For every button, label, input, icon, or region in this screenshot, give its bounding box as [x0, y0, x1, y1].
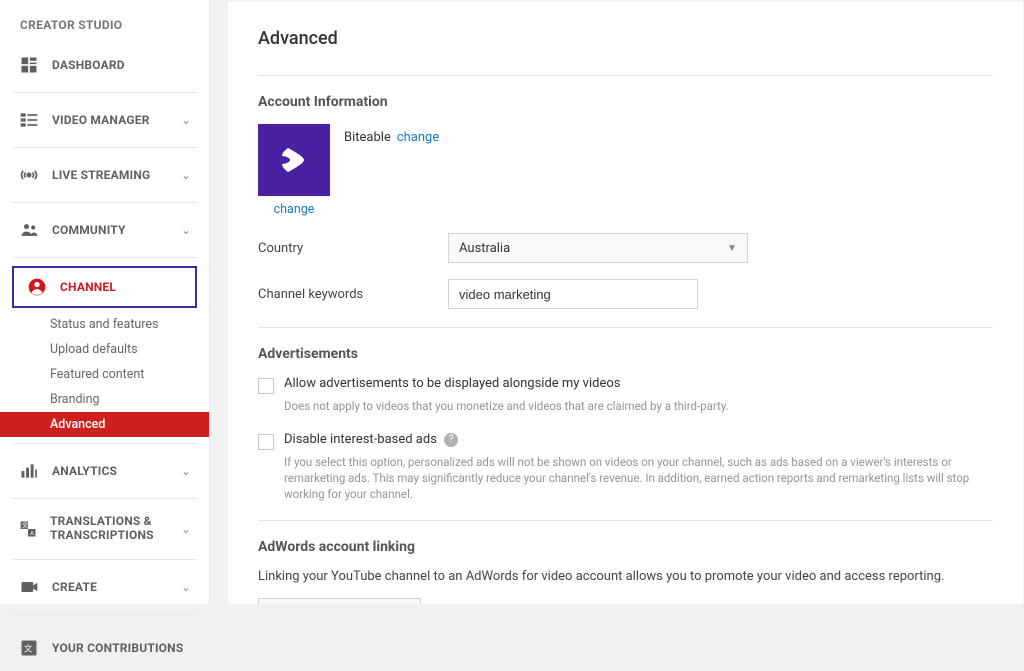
subitem-branding[interactable]: Branding — [0, 387, 209, 412]
chevron-down-icon: ⌄ — [181, 522, 191, 536]
allow-ads-subtext: Does not apply to videos that you moneti… — [284, 398, 993, 414]
dashboard-icon — [18, 54, 40, 76]
create-icon — [18, 576, 40, 598]
change-name-link[interactable]: change — [397, 130, 439, 145]
adwords-desc: Linking your YouTube channel to an AdWor… — [258, 569, 993, 584]
channel-avatar — [258, 124, 330, 196]
help-icon[interactable]: ? — [444, 433, 458, 447]
sidebar-item-your-contributions[interactable]: 文 YOUR CONTRIBUTIONS — [0, 619, 209, 671]
link-adwords-button[interactable]: Link an AdWords account — [258, 598, 421, 604]
chevron-down-icon: ⌄ — [181, 113, 191, 127]
sidebar-item-community[interactable]: COMMUNITY ⌄ — [0, 207, 209, 253]
contributions-icon: 文 — [18, 637, 40, 659]
section-ads-heading: Advertisements — [258, 346, 993, 362]
sidebar: CREATOR STUDIO DASHBOARD VIDEO MANAGER ⌄… — [0, 0, 210, 604]
sidebar-item-label: LIVE STREAMING — [52, 168, 150, 182]
sidebar-title: CREATOR STUDIO — [0, 18, 209, 42]
sidebar-item-label: ANALYTICS — [52, 464, 117, 478]
sidebar-item-label: TRANSLATIONS & TRANSCRIPTIONS — [50, 515, 181, 543]
disable-interest-ads-label-text: Disable interest-based ads — [284, 432, 437, 447]
sidebar-item-create[interactable]: CREATE ⌄ — [0, 564, 209, 610]
chevron-down-icon: ⌄ — [181, 223, 191, 237]
svg-text:文: 文 — [24, 643, 33, 654]
divider — [258, 327, 993, 328]
disable-interest-ads-label: Disable interest-based ads ? — [284, 432, 458, 447]
section-account-heading: Account Information — [258, 94, 993, 110]
divider — [12, 614, 197, 615]
account-row: change Biteable change — [258, 124, 993, 217]
allow-ads-label: Allow advertisements to be displayed alo… — [284, 376, 621, 391]
sidebar-item-live-streaming[interactable]: LIVE STREAMING ⌄ — [0, 152, 209, 198]
sidebar-item-label: COMMUNITY — [52, 223, 126, 237]
divider — [12, 92, 197, 93]
sidebar-item-label: VIDEO MANAGER — [52, 113, 150, 127]
channel-icon — [26, 276, 48, 298]
country-select[interactable]: Australia ▼ — [448, 233, 748, 263]
translate-icon: 文A — [18, 518, 38, 540]
subitem-status-and-features[interactable]: Status and features — [0, 312, 209, 337]
brand-name: Biteable — [344, 130, 391, 145]
divider — [12, 559, 197, 560]
chevron-down-icon: ⌄ — [181, 580, 191, 594]
avatar-block: change — [258, 124, 330, 217]
svg-text:A: A — [30, 531, 34, 537]
divider — [12, 498, 197, 499]
channel-keywords-input[interactable] — [448, 279, 698, 309]
sidebar-item-label: CHANNEL — [60, 280, 116, 294]
divider — [258, 75, 993, 76]
live-icon — [18, 164, 40, 186]
chevron-down-icon: ⌄ — [181, 464, 191, 478]
country-label: Country — [258, 241, 448, 256]
divider — [12, 443, 197, 444]
keywords-label: Channel keywords — [258, 287, 448, 302]
section-adwords-heading: AdWords account linking — [258, 539, 993, 555]
sidebar-item-dashboard[interactable]: DASHBOARD — [0, 42, 209, 88]
svg-text:文: 文 — [22, 521, 28, 529]
divider — [12, 202, 197, 203]
page-title: Advanced — [258, 28, 993, 49]
caret-down-icon: ▼ — [727, 243, 737, 254]
disable-interest-ads-checkbox[interactable] — [258, 434, 274, 450]
sidebar-item-label: CREATE — [52, 580, 97, 594]
divider — [12, 257, 197, 258]
country-value: Australia — [459, 241, 510, 256]
subitem-upload-defaults[interactable]: Upload defaults — [0, 337, 209, 362]
sidebar-item-label: YOUR CONTRIBUTIONS — [52, 641, 183, 655]
subitem-advanced[interactable]: Advanced — [0, 412, 209, 437]
sidebar-item-label: DASHBOARD — [52, 58, 125, 72]
main-content: Advanced Account Information change Bite… — [228, 2, 1023, 604]
video-manager-icon — [18, 109, 40, 131]
analytics-icon — [18, 460, 40, 482]
chevron-down-icon: ⌄ — [181, 168, 191, 182]
disable-interest-ads-subtext: If you select this option, personalized … — [284, 454, 993, 502]
brand-line: Biteable change — [344, 124, 439, 145]
subitem-featured-content[interactable]: Featured content — [0, 362, 209, 387]
community-icon — [18, 219, 40, 241]
divider — [258, 520, 993, 521]
sidebar-item-channel[interactable]: CHANNEL — [12, 266, 197, 308]
allow-ads-checkbox[interactable] — [258, 378, 274, 394]
sidebar-item-analytics[interactable]: ANALYTICS ⌄ — [0, 448, 209, 494]
channel-submenu: Status and features Upload defaults Feat… — [0, 312, 209, 437]
change-avatar-link[interactable]: change — [274, 202, 315, 217]
sidebar-item-video-manager[interactable]: VIDEO MANAGER ⌄ — [0, 97, 209, 143]
divider — [12, 147, 197, 148]
allow-ads-row: Allow advertisements to be displayed alo… — [258, 376, 993, 394]
sidebar-item-translations[interactable]: 文A TRANSLATIONS & TRANSCRIPTIONS ⌄ — [0, 503, 209, 555]
keywords-row: Channel keywords — [258, 279, 993, 309]
country-row: Country Australia ▼ — [258, 233, 993, 263]
disable-interest-ads-row: Disable interest-based ads ? — [258, 432, 993, 450]
